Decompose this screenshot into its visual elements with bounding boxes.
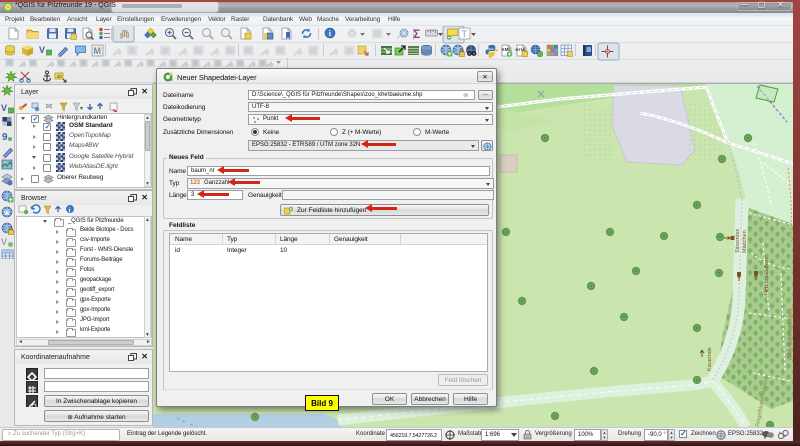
svg-text:Hirtenmädchen: Hirtenmädchen [764,258,770,295]
svg-text:▾: ▾ [80,106,83,112]
svg-text:Mädchen: Mädchen [742,230,748,253]
svg-text:Sitzendes: Sitzendes [735,229,741,253]
svg-text:9: 9 [2,132,8,143]
svg-text:V: V [1,237,7,247]
svg-text:Kauernde: Kauernde [707,347,713,371]
svg-text:i: i [69,207,71,214]
svg-text:W: W [4,211,10,217]
